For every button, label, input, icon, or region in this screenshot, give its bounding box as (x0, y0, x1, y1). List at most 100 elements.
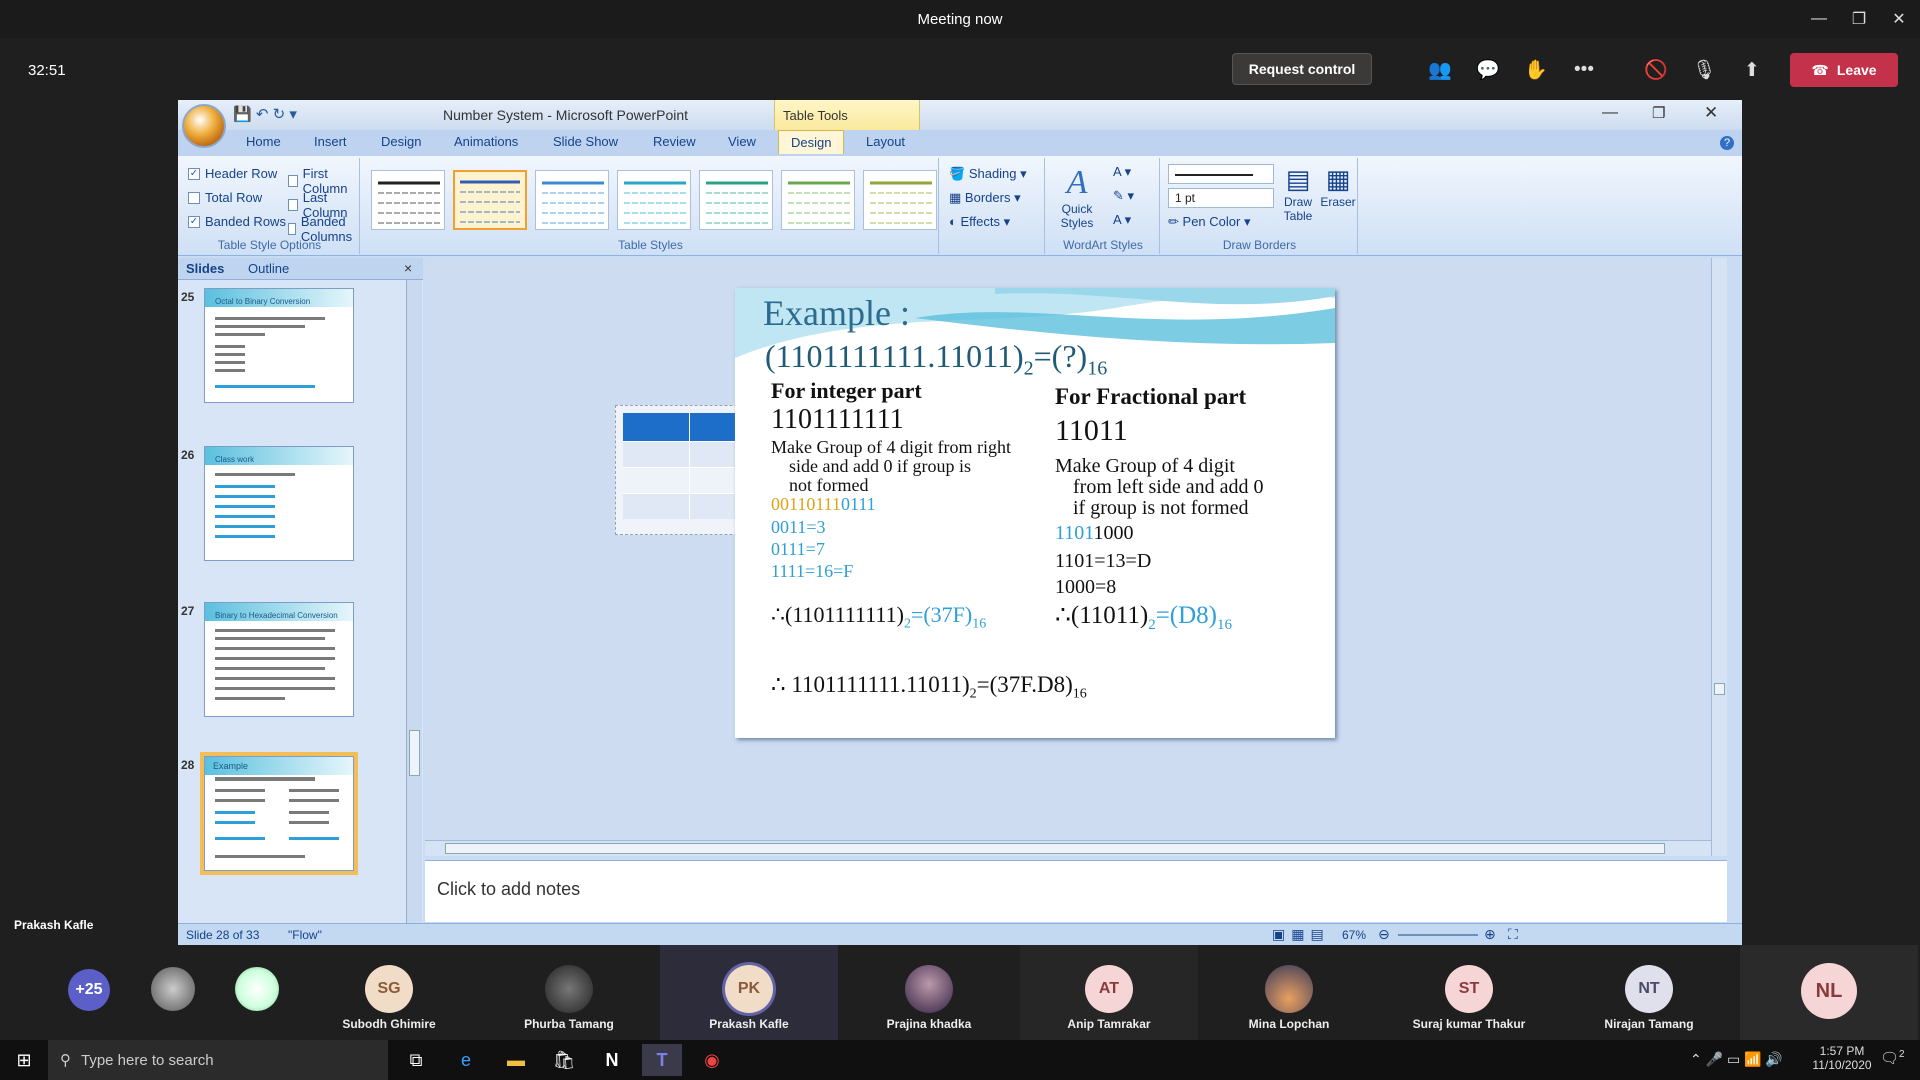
clock[interactable]: 1:57 PM 11/10/2020 (1810, 1044, 1874, 1072)
participant-tile[interactable] (214, 945, 300, 1040)
teams-icon[interactable]: T (642, 1044, 682, 1076)
fit-window-icon[interactable]: ⛶ (1508, 926, 1518, 943)
close-panel-icon[interactable]: × (404, 260, 412, 276)
quick-access-toolbar[interactable]: 💾 ↶ ↻ ▾ (233, 105, 297, 123)
zoom-in-icon[interactable]: ⊕ (1484, 926, 1496, 943)
participant-tile[interactable]: NT Nirajan Tamang (1560, 945, 1738, 1040)
participant-tile[interactable]: AT Anip Tamrakar (1020, 945, 1198, 1040)
current-slide[interactable]: Example : (1101111111.11011)2=(?)16 For … (735, 288, 1335, 738)
close-icon[interactable]: ✕ (1876, 0, 1920, 38)
horizontal-scroll-thumb[interactable] (445, 843, 1665, 854)
rule-line: if group is not formed (1073, 497, 1249, 519)
participant-tile-active[interactable]: PK Prakash Kafle (660, 945, 838, 1040)
office-button[interactable] (182, 104, 226, 148)
task-view-icon[interactable]: ⧉ (396, 1044, 436, 1076)
view-buttons[interactable]: ▣▦▤ (1272, 926, 1330, 943)
participant-tile[interactable]: Prajina khadka (840, 945, 1018, 1040)
vertical-scroll-thumb[interactable] (1714, 683, 1725, 695)
horizontal-scrollbar[interactable] (425, 840, 1711, 856)
notification-icon[interactable]: 🗨2 (1880, 1049, 1905, 1067)
zoom-out-icon[interactable]: ⊖ (1378, 926, 1390, 943)
table-style-6[interactable] (781, 170, 855, 230)
camera-off-icon[interactable]: 🚫 (1640, 54, 1672, 86)
text-fill-icon[interactable]: A ▾ (1113, 164, 1131, 180)
pen-style-select[interactable] (1168, 164, 1274, 184)
ppt-close-icon[interactable]: ✕ (1704, 103, 1718, 123)
taskbar-search[interactable]: ⚲ Type here to search (48, 1040, 388, 1080)
file-explorer-icon[interactable]: ▬ (496, 1044, 536, 1076)
shading-button[interactable]: 🪣 Shading ▾ (949, 166, 1027, 182)
pen-weight-select[interactable]: 1 pt (1168, 188, 1274, 208)
slide-thumb-28[interactable]: Example (200, 752, 358, 875)
final-sub2: 16 (1072, 686, 1087, 702)
checkbox-first-column (288, 175, 298, 187)
tab-animations[interactable]: Animations (454, 134, 518, 149)
edge-icon[interactable]: e (446, 1044, 486, 1076)
mic-off-icon[interactable]: 🎙 (1688, 54, 1720, 86)
text-effects-icon[interactable]: A ▾ (1113, 212, 1131, 228)
tab-outline[interactable]: Outline (248, 261, 289, 276)
table-style-2[interactable] (453, 170, 527, 230)
ppt-minimize-icon[interactable]: — (1602, 104, 1618, 122)
tab-view[interactable]: View (728, 134, 756, 149)
more-options-icon[interactable]: ••• (1568, 54, 1600, 86)
quick-styles-button[interactable]: A Quick Styles (1053, 164, 1101, 230)
request-control-button[interactable]: Request control (1232, 53, 1372, 85)
slide-thumb-25[interactable]: Octal to Binary Conversion (204, 288, 354, 403)
fraction-rule: Make Group of 4 digit from left side and… (1055, 456, 1264, 519)
table-style-7[interactable] (863, 170, 937, 230)
effects-button[interactable]: ◐ Effects ▾ (949, 214, 1010, 230)
chat-icon[interactable]: 💬 (1472, 54, 1504, 86)
tab-slide-show[interactable]: Slide Show (553, 134, 618, 149)
participants-icon[interactable]: 👥 (1424, 54, 1456, 86)
draw-table-button[interactable]: ▤ Draw Table (1280, 164, 1316, 223)
thumb-number: 28 (181, 758, 195, 772)
tab-table-layout[interactable]: Layout (866, 134, 905, 149)
participant-tile[interactable]: SG Subodh Ghimire (300, 945, 478, 1040)
table-style-5[interactable] (699, 170, 773, 230)
header-row-checkbox[interactable]: ✓ Header Row (188, 166, 277, 181)
vertical-scrollbar[interactable] (1711, 258, 1727, 856)
leave-button[interactable]: ☎ Leave (1790, 53, 1898, 87)
overflow-participants[interactable]: +25 (50, 945, 128, 1040)
store-icon[interactable]: 🛍 (544, 1044, 584, 1076)
ppt-restore-icon[interactable]: ❐ (1652, 104, 1665, 122)
tab-design[interactable]: Design (381, 134, 421, 149)
table-style-4[interactable] (617, 170, 691, 230)
table-style-3[interactable] (535, 170, 609, 230)
tab-review[interactable]: Review (653, 134, 696, 149)
notes-pane[interactable]: Click to add notes (425, 860, 1727, 922)
panel-scrollbar[interactable] (406, 280, 422, 925)
zoom-level[interactable]: 67% (1342, 928, 1366, 942)
tab-slides[interactable]: Slides (186, 261, 224, 276)
windows-start-icon[interactable]: ⊞ (4, 1044, 44, 1076)
notif-count: 2 (1899, 1049, 1905, 1060)
eraser-button[interactable]: ▦ Eraser (1320, 164, 1356, 209)
chrome-icon[interactable]: ◉ (692, 1044, 732, 1076)
ppt-status-bar: Slide 28 of 33 "Flow" ▣▦▤ 67% ⊖ ⊕ ⛶ (178, 923, 1742, 945)
table-style-1[interactable] (371, 170, 445, 230)
slide-thumb-26[interactable]: Class work (204, 446, 354, 561)
participant-tile-self[interactable]: NL (1740, 945, 1918, 1040)
tray-icons[interactable]: ⌃ 🎤 ▭ 📶 🔊 (1690, 1051, 1783, 1068)
participant-tile[interactable]: ST Suraj kumar Thakur (1380, 945, 1558, 1040)
slide-thumb-27[interactable]: Binary to Hexadecimal Conversion (204, 602, 354, 717)
share-icon[interactable]: ⬆ (1736, 54, 1768, 86)
banded-rows-checkbox[interactable]: ✓ Banded Rows (188, 214, 286, 229)
raise-hand-icon[interactable]: ✋ (1520, 54, 1552, 86)
total-row-checkbox[interactable]: Total Row (188, 190, 262, 205)
panel-scroll-thumb[interactable] (409, 730, 420, 776)
participant-tile[interactable]: Mina Lopchan (1200, 945, 1378, 1040)
borders-button[interactable]: ▦ Borders ▾ (949, 190, 1021, 206)
text-outline-icon[interactable]: ✎ ▾ (1113, 188, 1134, 204)
effects-icon: ◐ (949, 214, 957, 229)
participant-tile[interactable] (130, 945, 216, 1040)
help-icon[interactable]: ? (1720, 136, 1734, 150)
tab-insert[interactable]: Insert (314, 134, 347, 149)
participant-tile[interactable]: Phurba Tamang (480, 945, 658, 1040)
notion-icon[interactable]: N (592, 1044, 632, 1076)
zoom-slider[interactable] (1398, 934, 1478, 936)
tab-home[interactable]: Home (246, 134, 281, 149)
tab-table-design[interactable]: Design (778, 130, 845, 154)
pen-color-button[interactable]: ✏ Pen Color ▾ (1168, 214, 1250, 230)
